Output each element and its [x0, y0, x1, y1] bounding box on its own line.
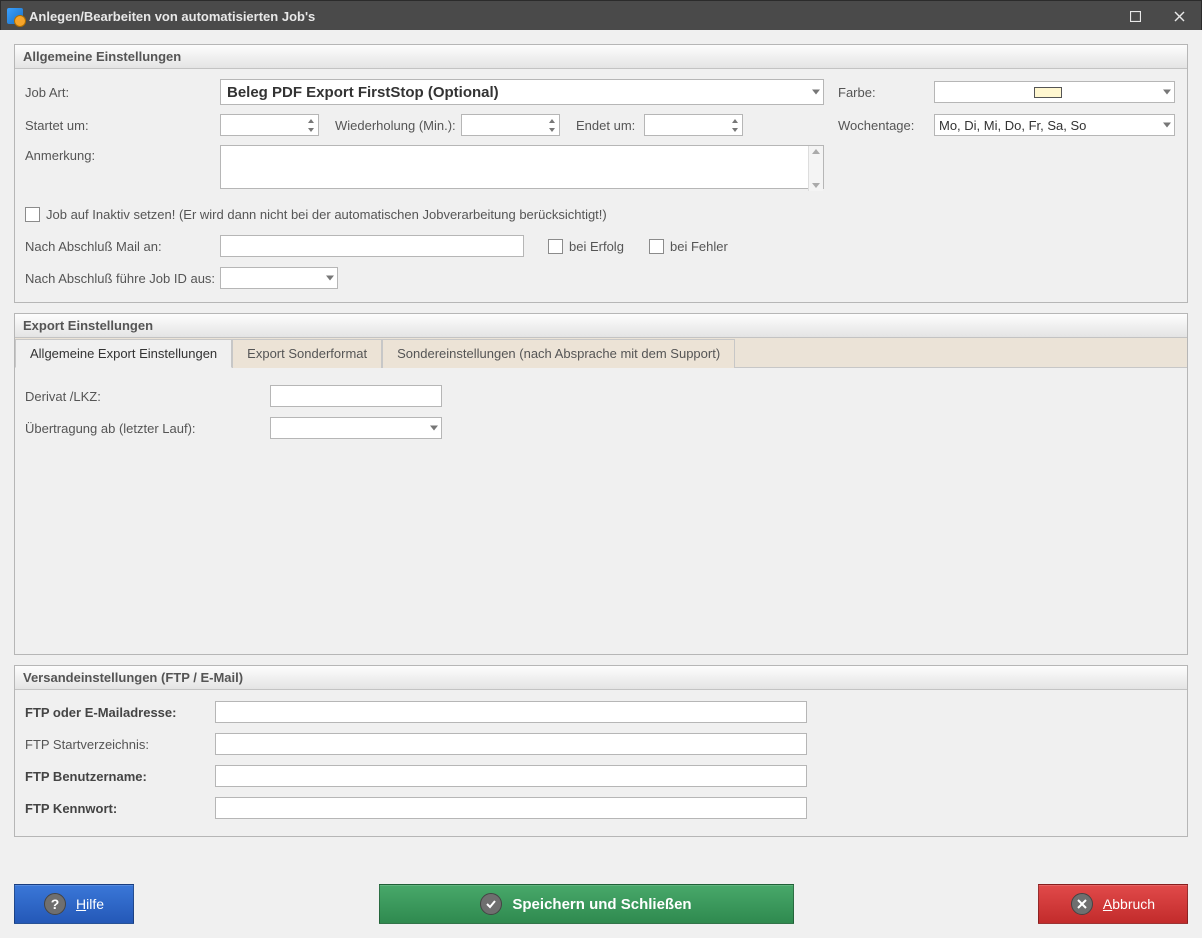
ftp-pass-input[interactable] [215, 797, 807, 819]
section-export: Export Einstellungen Allgemeine Export E… [14, 313, 1188, 655]
cancel-icon [1071, 893, 1093, 915]
spinner-arrows [728, 116, 741, 134]
bei-fehler-label: bei Fehler [670, 239, 728, 254]
uebertragung-dropdown[interactable] [270, 417, 442, 439]
check-icon [480, 893, 502, 915]
help-icon: ? [44, 893, 66, 915]
window-title: Anlegen/Bearbeiten von automatisierten J… [29, 9, 1113, 24]
bei-fehler-checkbox[interactable] [649, 239, 664, 254]
chevron-down-icon [1163, 90, 1171, 95]
wochentage-label: Wochentage: [838, 118, 934, 133]
ftp-pass-label: FTP Kennwort: [25, 801, 215, 816]
save-close-button[interactable]: Speichern und Schließen [379, 884, 794, 924]
wochentage-value: Mo, Di, Mi, Do, Fr, Sa, So [939, 118, 1086, 133]
endet-um-label: Endet um: [576, 118, 644, 133]
farbe-dropdown[interactable] [934, 81, 1175, 103]
wiederholung-label: Wiederholung (Min.): [335, 118, 461, 133]
cancel-button-label: Abbruch [1103, 896, 1155, 912]
startet-um-label: Startet um: [25, 118, 220, 133]
job-art-dropdown[interactable]: Beleg PDF Export FirstStop (Optional) [220, 79, 824, 105]
mail-input[interactable] [220, 235, 524, 257]
startet-um-input[interactable] [220, 114, 319, 136]
close-icon [1174, 11, 1185, 22]
section-export-header: Export Einstellungen [15, 314, 1187, 338]
ftp-user-label: FTP Benutzername: [25, 769, 215, 784]
tab-export-sonderformat[interactable]: Export Sonderformat [232, 339, 382, 368]
endet-um-input[interactable] [644, 114, 743, 136]
jobid-dropdown[interactable] [220, 267, 338, 289]
maximize-icon [1130, 11, 1141, 22]
color-swatch [1034, 87, 1062, 98]
app-icon [7, 8, 23, 24]
title-bar: Anlegen/Bearbeiten von automatisierten J… [1, 1, 1201, 31]
inaktiv-label: Job auf Inaktiv setzen! (Er wird dann ni… [46, 207, 607, 222]
export-tabs: Allgemeine Export Einstellungen Export S… [15, 338, 1187, 368]
wochentage-dropdown[interactable]: Mo, Di, Mi, Do, Fr, Sa, So [934, 114, 1175, 136]
save-close-button-label: Speichern und Schließen [512, 896, 691, 913]
bei-erfolg-checkbox[interactable] [548, 239, 563, 254]
wiederholung-input[interactable] [461, 114, 560, 136]
bei-erfolg-label: bei Erfolg [569, 239, 629, 254]
cancel-button[interactable]: Abbruch [1038, 884, 1188, 924]
ftp-mail-label: FTP oder E-Mailadresse: [25, 705, 215, 720]
job-art-label: Job Art: [25, 85, 220, 100]
farbe-label: Farbe: [838, 85, 934, 100]
mail-label: Nach Abschluß Mail an: [25, 239, 220, 254]
chevron-down-icon [326, 276, 334, 281]
anmerkung-textarea[interactable] [220, 145, 824, 189]
anmerkung-label: Anmerkung: [25, 145, 220, 163]
derivat-label: Derivat /LKZ: [25, 389, 270, 404]
tab-sondereinstellungen[interactable]: Sondereinstellungen (nach Absprache mit … [382, 339, 735, 368]
inaktiv-checkbox[interactable] [25, 207, 40, 222]
chevron-down-icon [1163, 123, 1171, 128]
chevron-down-icon [812, 90, 820, 95]
spinner-arrows [304, 116, 317, 134]
spinner-arrows [545, 116, 558, 134]
maximize-button[interactable] [1113, 1, 1157, 31]
section-versand-header: Versandeinstellungen (FTP / E-Mail) [15, 666, 1187, 690]
ftp-user-input[interactable] [215, 765, 807, 787]
section-general-header: Allgemeine Einstellungen [15, 45, 1187, 69]
job-art-value: Beleg PDF Export FirstStop (Optional) [227, 84, 499, 101]
tab-panel-allgemeine-export: Derivat /LKZ: Übertragung ab (letzter La… [15, 368, 1187, 654]
ftp-startdir-input[interactable] [215, 733, 807, 755]
section-general: Allgemeine Einstellungen Job Art: Beleg … [14, 44, 1188, 303]
tab-allgemeine-export[interactable]: Allgemeine Export Einstellungen [15, 339, 232, 368]
close-button[interactable] [1157, 1, 1201, 31]
ftp-startdir-label: FTP Startverzeichnis: [25, 737, 215, 752]
button-bar: ? Hilfe Speichern und Schließen Abbruch [14, 884, 1188, 924]
jobid-label: Nach Abschluß führe Job ID aus: [25, 271, 220, 286]
derivat-input[interactable] [270, 385, 442, 407]
help-button-label: Hilfe [76, 896, 104, 912]
uebertragung-label: Übertragung ab (letzter Lauf): [25, 421, 270, 436]
ftp-mail-input[interactable] [215, 701, 807, 723]
help-button[interactable]: ? Hilfe [14, 884, 134, 924]
chevron-down-icon [430, 426, 438, 431]
section-versand: Versandeinstellungen (FTP / E-Mail) FTP … [14, 665, 1188, 837]
